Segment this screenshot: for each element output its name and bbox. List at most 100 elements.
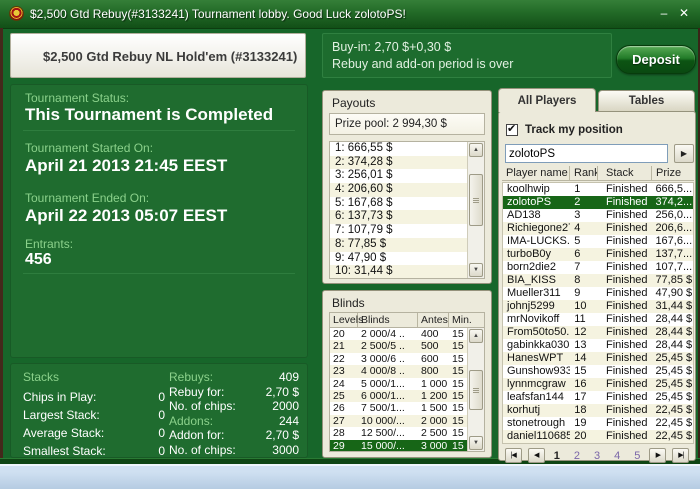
player-row[interactable]: korhutj 18 Finished 22,45 $ [503, 404, 693, 417]
blinds-row[interactable]: 29 15 000/... 3 000 15 [330, 439, 484, 452]
payout-row[interactable]: 10: 31,44 $ [330, 265, 484, 278]
scroll-thumb[interactable] [469, 174, 483, 226]
blinds-row[interactable]: 27 10 000/... 2 000 15 [330, 414, 484, 428]
payout-row[interactable]: 5: 167,68 $ [330, 197, 484, 211]
payout-row[interactable]: 3: 256,01 $ [330, 169, 484, 183]
cell: 15 [452, 402, 464, 415]
column-header-levels: Levels [330, 313, 363, 327]
scroll-down-icon[interactable]: ▼ [469, 263, 483, 277]
blinds-row[interactable]: 21 2 500/5 .. 500 15 [330, 340, 484, 353]
payout-row[interactable]: 9: 47,90 $ [330, 252, 484, 266]
status-value: This Tournament is Completed [25, 105, 274, 124]
divider [23, 130, 295, 131]
tab-all-players[interactable]: All Players [498, 88, 596, 112]
blinds-row[interactable]: 23 4 000/8 .. 800 15 [330, 365, 484, 378]
page-number[interactable]: 1 [551, 450, 563, 462]
cell: HanesWPT [507, 352, 564, 364]
blinds-row[interactable]: 20 2 000/4 .. 400 15 [330, 328, 484, 340]
cell: 28,44 $ [655, 313, 693, 325]
cell: 1 200 [421, 389, 448, 402]
cell: daniel110685 [507, 430, 571, 442]
started-label: Tournament Started On: [25, 141, 154, 155]
page-number[interactable]: 2 [571, 450, 583, 462]
player-row[interactable]: zolotoPS 2 Finished 374,2... [503, 196, 693, 209]
player-row[interactable]: IMA-LUCKS... 5 Finished 167,6... [503, 235, 693, 248]
column-header-prize: Prize [656, 167, 682, 179]
next-page-button[interactable]: ▶ [649, 448, 667, 463]
player-row[interactable]: gabinkka030: 13 Finished 28,44 $ [503, 339, 693, 352]
player-row[interactable]: koolhwip 1 Finished 666,5... [503, 183, 693, 196]
tab-tables[interactable]: Tables [598, 90, 695, 112]
cell: Rebuys: [169, 370, 214, 385]
scroll-down-icon[interactable]: ▼ [469, 436, 483, 450]
cell: 15 [452, 439, 464, 452]
scroll-up-icon[interactable]: ▲ [469, 143, 483, 157]
cell: 409 [278, 370, 299, 385]
player-row[interactable]: From50to50.. 12 Finished 28,44 $ [503, 326, 693, 339]
prev-page-button[interactable]: ◀ [527, 448, 545, 463]
cell: 4 [574, 222, 581, 234]
page-number[interactable]: 4 [611, 450, 623, 462]
scroll-thumb[interactable] [469, 370, 483, 410]
player-row[interactable]: johnj5299 10 Finished 31,44 $ [503, 300, 693, 313]
cell: Chips in Play: [23, 390, 97, 404]
blinds-row[interactable]: 28 12 500/... 2 500 15 [330, 427, 484, 439]
blinds-scrollbar[interactable]: ▲ ▼ [467, 328, 484, 451]
cell: Finished [605, 196, 648, 208]
blinds-row[interactable]: 25 6 000/1... 1 200 15 [330, 389, 484, 403]
payout-row[interactable]: 7: 107,79 $ [330, 224, 484, 238]
scroll-up-icon[interactable]: ▲ [469, 329, 483, 343]
cell: Rebuy for: [169, 384, 225, 399]
player-row[interactable]: HanesWPT 14 Finished 25,45 $ [503, 352, 693, 365]
player-row[interactable]: Gunshow933 15 Finished 25,45 $ [503, 365, 693, 378]
page-number[interactable]: 3 [591, 450, 603, 462]
player-row[interactable]: BIA_KISS 8 Finished 77,85 $ [503, 274, 693, 287]
payout-row[interactable]: 1: 666,55 $ [330, 142, 484, 156]
player-row[interactable]: born2die2 7 Finished 107,7... [503, 261, 693, 274]
search-go-button[interactable]: ▶ [674, 144, 694, 163]
cell: No. of chips: [169, 442, 236, 457]
column-header-player-name: Player name [502, 166, 570, 180]
cell: 4 000/8 .. [361, 365, 405, 378]
deposit-button[interactable]: Deposit [616, 45, 696, 74]
cell: Finished [605, 287, 648, 299]
player-search-input[interactable] [505, 144, 668, 163]
cell: 3 000/6 .. [361, 352, 405, 365]
checkbox-checked-icon[interactable] [506, 122, 518, 136]
blinds-row[interactable]: 24 5 000/1... 1 000 15 [330, 378, 484, 390]
payout-row[interactable]: 8: 77,85 $ [330, 237, 484, 252]
last-page-button[interactable]: ▶| [672, 448, 690, 463]
close-button[interactable]: ✕ [676, 5, 692, 21]
cell: 1 000 [421, 377, 448, 390]
cell: 374,2... [655, 196, 693, 208]
first-page-button[interactable]: |◀ [504, 448, 522, 463]
cell: 25,45 $ [655, 378, 693, 390]
cell: Smallest Stack: [23, 444, 106, 458]
column-header-blinds: Blinds [358, 313, 418, 327]
player-row[interactable]: AD138 3 Finished 256,0... [503, 209, 693, 222]
player-row[interactable]: turboB0y 6 Finished 137,7... [503, 248, 693, 261]
track-position-toggle[interactable]: Track my position [506, 122, 623, 137]
column-header-min: Min. [452, 314, 472, 326]
blinds-row[interactable]: 26 7 500/1... 1 500 15 [330, 402, 484, 414]
blinds-row[interactable]: 22 3 000/6 .. 600 15 [330, 353, 484, 365]
player-row[interactable]: daniel110685 20 Finished 22,45 $ [503, 430, 693, 443]
cell: Finished [605, 261, 648, 273]
player-row[interactable]: mrNovikoff 11 Finished 28,44 $ [503, 313, 693, 326]
payout-row[interactable]: 2: 374,28 $ [330, 155, 484, 170]
player-row[interactable]: lynnmcgraw 16 Finished 25,45 $ [503, 378, 693, 391]
payouts-scrollbar[interactable]: ▲ ▼ [467, 142, 484, 278]
tournament-status-panel: Tournament Status: This Tournament is Co… [10, 84, 308, 358]
player-row[interactable]: Richiegone27 4 Finished 206,6... [503, 222, 693, 235]
page-number[interactable]: 5 [631, 450, 643, 462]
player-row[interactable]: leafsfan144 17 Finished 25,45 $ [503, 391, 693, 404]
cell: 2 [574, 196, 581, 208]
player-row[interactable]: stonetrough 19 Finished 22,45 $ [503, 417, 693, 430]
blinds-rows: 20 2 000/4 .. 400 15 21 2 500/5 .. 500 15 22 3 00… [330, 328, 484, 452]
buyin-info-box: Buy-in: 2,70 $+0,30 $ Rebuy and add-on p… [322, 33, 612, 78]
payout-row[interactable]: 4: 206,60 $ [330, 183, 484, 197]
payout-row[interactable]: 6: 137,73 $ [330, 210, 484, 225]
minimize-button[interactable]: – [656, 5, 672, 21]
cell: 12 [574, 326, 587, 338]
player-row[interactable]: Mueller311 9 Finished 47,90 $ [503, 287, 693, 300]
